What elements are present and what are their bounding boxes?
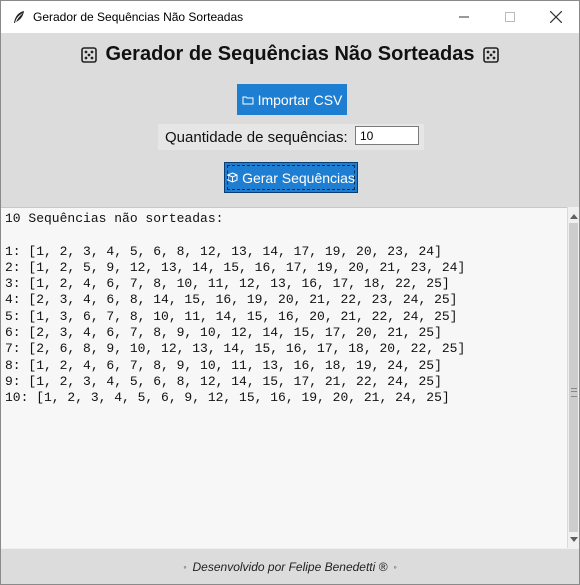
sequence-line: 2: [1, 2, 5, 9, 12, 13, 14, 15, 16, 17, … <box>5 259 466 275</box>
folder-icon <box>242 96 254 104</box>
ring-icon: ◦ <box>183 561 187 572</box>
sequence-line: 6: [2, 3, 4, 6, 7, 8, 9, 10, 12, 14, 15,… <box>5 325 442 341</box>
vertical-scrollbar[interactable] <box>567 207 579 548</box>
sequence-line: 5: [1, 3, 6, 7, 8, 10, 11, 14, 15, 16, 2… <box>5 308 458 324</box>
sequence-line: 1: [1, 2, 3, 4, 5, 6, 8, 12, 13, 14, 17,… <box>5 243 442 259</box>
focus-ring <box>227 165 355 190</box>
sequence-line: 7: [2, 6, 8, 9, 10, 12, 13, 14, 15, 16, … <box>5 341 466 357</box>
import-csv-button[interactable]: Importar CSV <box>237 84 347 115</box>
controls-panel: Gerador de Sequências Não Sorteadas Impo… <box>1 33 579 207</box>
scroll-down-button[interactable] <box>568 532 580 546</box>
sequence-line: 10: [1, 2, 3, 4, 5, 6, 9, 12, 15, 16, 19… <box>5 390 450 406</box>
maximize-icon <box>505 12 515 22</box>
close-button[interactable] <box>533 1 579 33</box>
scroll-thumb[interactable] <box>569 223 578 532</box>
sequence-line: 9: [1, 2, 3, 4, 5, 6, 8, 12, 14, 15, 17,… <box>5 373 442 389</box>
close-icon <box>550 11 562 23</box>
die-icon <box>482 46 499 63</box>
generate-sequences-button[interactable]: Gerar Sequências <box>224 162 358 193</box>
page-title-text: Gerador de Sequências Não Sorteadas <box>105 43 475 65</box>
minimize-button[interactable] <box>441 1 487 33</box>
footer-text: Desenvolvido por Felipe Benedetti ® <box>192 559 388 574</box>
chevron-up-icon <box>570 213 578 219</box>
die-icon <box>81 46 98 63</box>
sequences-output[interactable]: 10 Sequências não sorteadas: 1: [1, 2, 3… <box>1 207 567 548</box>
quantity-row: Quantidade de sequências: <box>158 124 424 150</box>
sequence-line: 3: [1, 2, 4, 6, 7, 8, 10, 11, 12, 13, 16… <box>5 276 450 292</box>
chevron-down-icon <box>570 536 578 542</box>
sequence-line: 8: [1, 2, 4, 6, 7, 8, 9, 10, 11, 13, 16,… <box>5 357 442 373</box>
output-heading: 10 Sequências não sorteadas: <box>5 211 224 226</box>
minimize-icon <box>459 16 469 18</box>
grip-icon <box>571 388 577 397</box>
window-title: Gerador de Sequências Não Sorteadas <box>33 10 244 24</box>
quantity-input[interactable] <box>355 126 419 145</box>
import-csv-label: Importar CSV <box>257 91 343 108</box>
sequence-line: 4: [2, 3, 4, 6, 8, 14, 15, 16, 19, 20, 2… <box>5 292 458 308</box>
maximize-button[interactable] <box>487 1 533 33</box>
quantity-label: Quantidade de sequências: <box>165 128 348 146</box>
app-window: Gerador de Sequências Não Sorteadas Gera… <box>0 0 580 585</box>
ring-icon: ◦ <box>393 561 397 572</box>
page-title: Gerador de Sequências Não Sorteadas <box>1 43 579 66</box>
scroll-up-button[interactable] <box>568 209 580 223</box>
output-blank-line <box>5 227 567 243</box>
title-bar[interactable]: Gerador de Sequências Não Sorteadas <box>1 1 579 33</box>
feather-icon <box>7 1 31 33</box>
footer: ◦ Desenvolvido por Felipe Benedetti ® ◦ <box>1 549 579 584</box>
